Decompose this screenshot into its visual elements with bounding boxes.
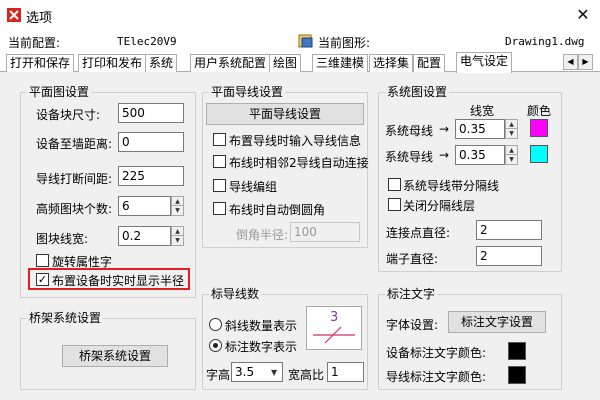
hf-block-count-label: 高频图块个数:	[36, 202, 113, 216]
width-ratio-label: 宽高比	[288, 368, 325, 382]
wire-break-gap-label: 导线打断间距:	[36, 172, 113, 186]
chevron-up-icon[interactable]: ▲	[172, 197, 183, 206]
device-annotation-color-label: 设备标注文字颜色:	[386, 346, 487, 360]
chevron-up-icon[interactable]: ▲	[172, 227, 183, 236]
block-linewidth-input[interactable]: 0.2	[118, 226, 171, 246]
linewidth-column-header: 线宽	[470, 104, 495, 118]
system-bus-label: 系统母线	[385, 124, 434, 138]
wire-group-checkbox[interactable]	[213, 179, 226, 192]
annotation-text-title: 标注文字	[385, 287, 438, 301]
wire-annotation-color-swatch[interactable]	[508, 366, 526, 384]
terminal-diameter-input[interactable]: 2	[476, 246, 542, 266]
joint-diameter-input[interactable]: 2	[476, 220, 542, 240]
current-drawing-value: Drawing1.dwg	[505, 35, 585, 48]
arrow-right-icon: →	[439, 148, 450, 162]
slash-count-radio[interactable]	[209, 318, 222, 331]
app-icon	[7, 8, 21, 22]
auto-connect-checkbox[interactable]	[213, 155, 226, 168]
tab-profiles[interactable]: 配置	[413, 54, 446, 72]
preview-number: 3	[330, 310, 339, 325]
color-column-header: 颜色	[527, 104, 552, 118]
bridge-settings-button[interactable]: 桥架系统设置	[62, 345, 168, 367]
close-button[interactable]: ✕	[572, 4, 594, 26]
block-linewidth-label: 图块线宽:	[36, 232, 89, 246]
wire-settings-title: 平面导线设置	[209, 85, 286, 99]
auto-connect-label: 布线时相邻2导线自动连接	[229, 156, 369, 170]
system-wire-linewidth-stepper[interactable]: ▲ ▼	[505, 145, 518, 165]
block-linewidth-stepper[interactable]: ▲ ▼	[171, 226, 184, 246]
tab-system[interactable]: 系统	[145, 54, 178, 72]
block-size-input[interactable]: 500	[118, 103, 184, 123]
annotation-text-settings-button[interactable]: 标注文字设置	[448, 311, 546, 333]
system-settings-title: 系统图设置	[385, 85, 450, 99]
close-separator-layer-label: 关闭分隔线层	[403, 199, 476, 213]
separator-line-label: 系统导线带分隔线	[403, 179, 500, 193]
slash-count-label: 斜线数量表示	[225, 319, 298, 333]
chevron-down-icon[interactable]: ▼	[271, 368, 277, 377]
hf-block-count-stepper[interactable]: ▲ ▼	[171, 196, 184, 216]
wire-settings-button[interactable]: 平面导线设置	[206, 103, 364, 125]
system-wire-color-swatch[interactable]	[530, 145, 548, 163]
close-separator-layer-checkbox[interactable]	[388, 198, 401, 211]
input-wire-info-label: 布置导线时输入导线信息	[229, 134, 362, 148]
auto-fillet-checkbox[interactable]	[213, 202, 226, 215]
hf-block-count-input[interactable]: 6	[118, 196, 171, 216]
joint-diameter-label: 连接点直径:	[386, 226, 451, 240]
wire-break-gap-input[interactable]: 225	[118, 166, 184, 186]
system-wire-linewidth-input[interactable]: 0.35	[455, 145, 505, 165]
tab-strip: 打开和保存 打印和发布 系统 用户系统配置 绘图 三维建模 选择集 配置 电气设…	[0, 52, 600, 73]
system-bus-linewidth-stepper[interactable]: ▲ ▼	[505, 119, 518, 139]
tab-scroll-left-icon[interactable]: ◀	[563, 54, 578, 70]
wire-count-preview: 3	[306, 306, 362, 350]
plane-settings-title: 平面图设置	[27, 85, 92, 99]
separator-line-checkbox[interactable]	[388, 178, 401, 191]
realtime-radius-checkbox[interactable]: ✓	[36, 273, 49, 286]
number-annotation-label: 标注数字表示	[225, 340, 298, 354]
window-title: 选项	[26, 11, 53, 26]
chevron-up-icon[interactable]: ▲	[506, 146, 517, 155]
current-config-value: TElec20V9	[117, 35, 177, 48]
block-size-label: 设备块尺寸:	[36, 108, 101, 122]
auto-fillet-label: 布线时自动倒圆角	[229, 203, 326, 217]
system-wire-label: 系统导线	[385, 150, 434, 164]
title-bar: 选项 ✕	[0, 0, 600, 30]
chevron-down-icon[interactable]: ▼	[506, 129, 517, 138]
chamfer-radius-label: 倒角半径:	[236, 228, 289, 242]
bridge-settings-title: 桥架系统设置	[27, 311, 104, 325]
tab-electrical-settings[interactable]: 电气设定	[456, 52, 513, 73]
tab-plot-publish[interactable]: 打印和发布	[78, 54, 147, 72]
chevron-up-icon[interactable]: ▲	[506, 120, 517, 129]
arrow-right-icon: →	[439, 122, 450, 136]
device-wall-distance-input[interactable]: 0	[118, 132, 184, 152]
chevron-down-icon[interactable]: ▼	[506, 155, 517, 164]
wire-group-label: 导线编组	[229, 180, 278, 194]
terminal-diameter-label: 端子直径:	[386, 252, 439, 266]
rotate-attr-checkbox[interactable]	[36, 254, 49, 267]
text-height-label: 字高	[206, 368, 231, 382]
chevron-down-icon[interactable]: ▼	[172, 236, 183, 245]
device-annotation-color-swatch[interactable]	[508, 342, 526, 360]
realtime-radius-label: 布置设备时实时显示半径	[52, 274, 185, 288]
info-row: 当前配置: TElec20V9 当前图形: Drawing1.dwg	[0, 30, 600, 52]
font-settings-label: 字体设置:	[386, 318, 439, 332]
number-annotation-radio[interactable]	[209, 339, 222, 352]
current-drawing-label: 当前图形:	[318, 36, 371, 50]
tab-selection[interactable]: 选择集	[369, 54, 414, 72]
drawing-file-icon	[298, 34, 313, 48]
tab-3d-modeling[interactable]: 三维建模	[312, 54, 369, 72]
wire-count-title: 标导线数	[209, 287, 262, 301]
tab-scroll-right-icon[interactable]: ▶	[578, 54, 593, 70]
device-wall-distance-label: 设备至墙距离:	[36, 137, 113, 151]
tab-drafting[interactable]: 绘图	[269, 54, 302, 72]
system-bus-color-swatch[interactable]	[530, 119, 548, 137]
current-config-label: 当前配置:	[8, 36, 61, 50]
tab-open-save[interactable]: 打开和保存	[6, 54, 75, 72]
chamfer-radius-input[interactable]: 100	[290, 222, 360, 242]
tab-user-preferences[interactable]: 用户系统配置	[190, 54, 271, 72]
chevron-down-icon[interactable]: ▼	[172, 206, 183, 215]
system-bus-linewidth-input[interactable]: 0.35	[455, 119, 505, 139]
input-wire-info-checkbox[interactable]	[213, 133, 226, 146]
wire-annotation-color-label: 导线标注文字颜色:	[386, 370, 487, 384]
width-ratio-input[interactable]: 1	[327, 362, 364, 382]
